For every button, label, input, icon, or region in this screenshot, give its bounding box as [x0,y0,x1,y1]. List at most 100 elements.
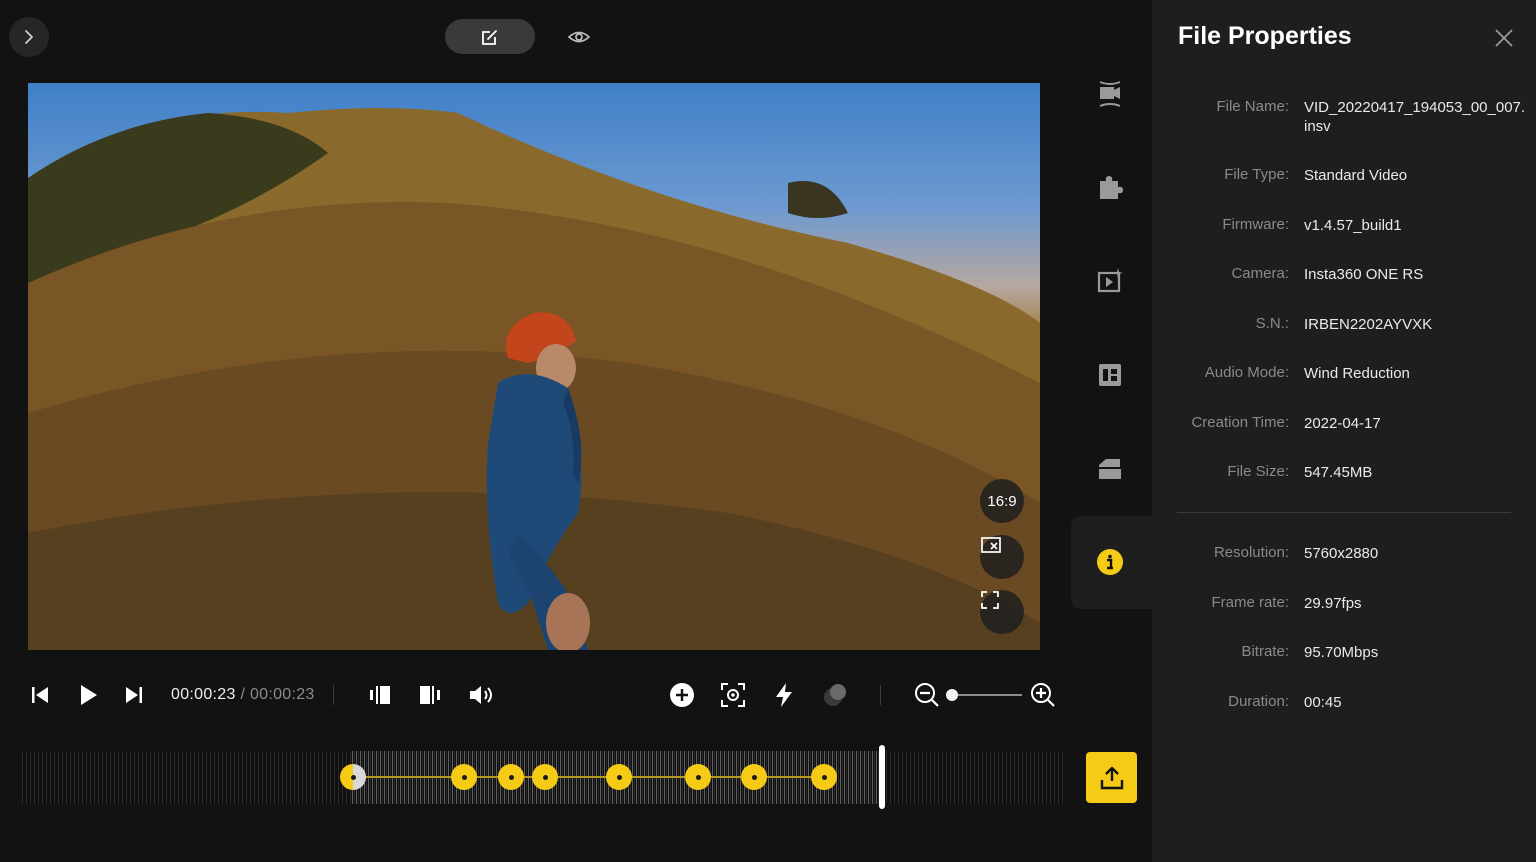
volume-icon [470,686,492,704]
prop-key: Firmware: [1222,216,1289,233]
prop-key: File Type: [1224,166,1289,183]
chevron-right-icon [25,30,33,44]
timeline-track[interactable] [22,745,1064,809]
skip-forward-icon [126,687,142,703]
keyframe-marker[interactable] [532,764,558,790]
keyframe-marker[interactable] [685,764,711,790]
keyframe-marker[interactable] [811,764,837,790]
prop-key: S.N.: [1255,315,1289,332]
file-properties-panel: File Properties File Name: VID_20220417_… [1152,0,1536,862]
rail-info-button[interactable] [1092,544,1128,580]
divider [333,685,334,705]
ai-effect-button[interactable] [819,679,851,711]
eye-icon [567,31,591,43]
speed-ramp-button[interactable] [768,679,800,711]
prop-value: 2022-04-17 [1304,415,1381,432]
play-button[interactable] [72,679,104,711]
video-scene [28,108,1040,650]
keyframe-marker[interactable] [340,764,366,790]
keyframe-marker[interactable] [606,764,632,790]
clip-stack-icon [1099,459,1121,479]
add-circle-icon [670,683,694,707]
prop-key: Duration: [1228,693,1289,710]
video-preview[interactable]: 16:9 [28,83,1040,650]
prop-value: Standard Video [1304,167,1408,184]
trim-start-button[interactable] [364,679,396,711]
transport-bar: 00:00:23 / 00:00:23 [0,672,1152,718]
zoom-slider-handle[interactable] [946,689,958,701]
keyframe-marker[interactable] [451,764,477,790]
plugin-icon [1100,176,1123,199]
deep-track-button[interactable] [717,679,749,711]
prop-value: 547.45MB [1304,464,1373,481]
skip-to-start-button[interactable] [24,679,56,711]
prop-value: v1.4.57_build1 [1304,217,1402,234]
rail-ai-edit-button[interactable] [1092,357,1128,393]
collapse-sidebar-button[interactable] [9,17,49,57]
upload-icon [1100,766,1123,789]
edit-icon [482,29,497,45]
crop-toggle-button[interactable] [980,535,1024,579]
trim-end-button[interactable] [414,679,446,711]
divider [880,685,881,705]
prop-key: Audio Mode: [1204,364,1289,381]
camera-stabilize-icon [1099,81,1121,107]
zoom-slider-track[interactable] [952,694,1022,696]
keyframe-marker[interactable] [741,764,767,790]
rail-effects-button[interactable] [1092,262,1128,298]
volume-button[interactable] [466,679,498,711]
lightning-icon [776,683,792,707]
prop-key: File Size: [1227,463,1289,480]
skip-to-end-button[interactable] [118,679,150,711]
prop-value: Insta360 ONE RS [1304,266,1424,283]
effects-icon [1097,268,1123,293]
prop-value: Wind Reduction [1304,365,1410,382]
prop-key: Creation Time: [1191,414,1289,431]
info-icon [1097,549,1123,575]
section-divider [1177,512,1511,513]
aspect-ratio-button[interactable]: 16:9 [980,479,1024,523]
zoom-out-icon [915,683,939,707]
close-button[interactable] [1490,24,1518,52]
export-button[interactable] [1086,752,1137,803]
play-icon [81,685,97,705]
fullscreen-icon [981,591,999,609]
close-icon [1495,29,1513,47]
prop-key: File Name: [1216,98,1289,115]
time-separator: / [240,686,246,703]
rail-clips-button[interactable] [1092,451,1128,487]
prop-key: Frame rate: [1211,594,1289,611]
ai-effect-icon [824,684,846,706]
prop-value: 95.70Mbps [1304,644,1379,661]
rail-stabilize-button[interactable] [1092,76,1128,112]
preview-button[interactable] [562,22,596,52]
prop-value: IRBEN2202AYVXK [1304,316,1433,333]
skip-back-icon [32,687,48,703]
zoom-in-icon [1031,683,1055,707]
edit-mode-button[interactable] [445,19,535,54]
playhead[interactable] [879,745,885,809]
panel-title: File Properties [1178,22,1352,50]
prop-key: Resolution: [1213,544,1289,561]
prop-value: 00:45 [1304,694,1342,711]
prop-key: Bitrate: [1241,643,1289,660]
prop-value: 29.97fps [1304,595,1362,612]
prop-value: VID_20220417_194053_00_007.insv [1304,99,1526,135]
fullscreen-button[interactable] [980,590,1024,634]
ai-edit-icon [1099,364,1121,386]
aspect-ratio-label: 16:9 [987,492,1017,510]
keyframe-marker[interactable] [498,764,524,790]
prop-value: 5760x2880 [1304,545,1379,562]
zoom-in-button[interactable] [1027,679,1059,711]
trim-end-icon [420,686,440,704]
timecode: 00:00:23 / 00:00:23 [171,686,315,704]
trim-start-icon [370,686,390,704]
crop-off-icon [981,537,1001,553]
editor-main: 16:9 00:00:23 / 00:00:23 [0,0,1161,862]
rail-plugin-button[interactable] [1092,169,1128,205]
focus-track-icon [721,683,745,707]
current-time: 00:00:23 [171,686,236,703]
add-keyframe-button[interactable] [666,679,698,711]
prop-key: Camera: [1231,265,1289,282]
zoom-out-button[interactable] [911,679,943,711]
